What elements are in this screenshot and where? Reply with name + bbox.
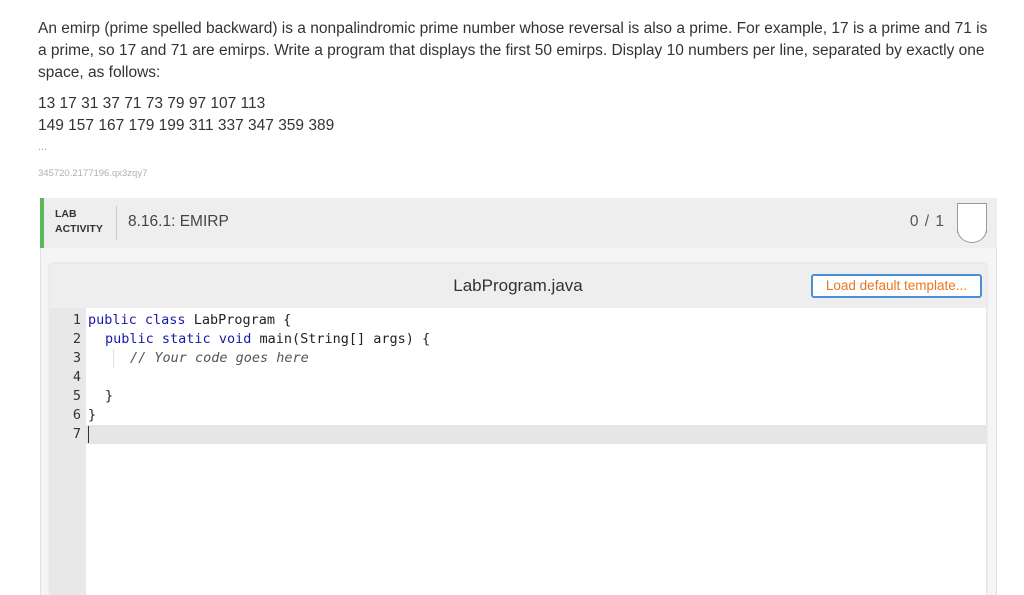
code-keyword: public xyxy=(105,331,154,347)
line-number: 1 xyxy=(72,312,81,328)
code-keyword: void xyxy=(218,331,252,347)
code-comment: // Your code goes here xyxy=(130,350,309,366)
code-text: main(String[] args) { xyxy=(251,331,431,347)
line-number: 5 xyxy=(72,388,81,404)
code-keyword: static xyxy=(161,331,211,347)
lab-tag-line-2: ACTIVITY xyxy=(55,223,103,235)
activity-id: 345720.2177196.qx3zqy7 xyxy=(38,168,148,179)
code-line: // Your code goes here xyxy=(130,349,1024,368)
line-number: 4 xyxy=(72,369,81,385)
line-number: 2 xyxy=(72,331,81,347)
code-keyword: public xyxy=(88,312,137,328)
lab-activity-tag: LAB ACTIVITY xyxy=(55,207,103,237)
line-number: 3 xyxy=(72,350,81,366)
score-badge-icon xyxy=(957,203,987,243)
header-divider xyxy=(116,206,117,240)
lab-score: 0 / 1 xyxy=(909,213,945,230)
code-line: public class LabProgram { xyxy=(88,311,988,330)
code-keyword: class xyxy=(144,312,186,328)
code-line: public static void main(String[] args) { xyxy=(105,330,1005,349)
code-text-area[interactable]: public class LabProgram { public static … xyxy=(86,308,986,595)
line-number: 6 xyxy=(72,407,81,423)
line-number: 7 xyxy=(72,426,81,442)
code-text: LabProgram { xyxy=(185,312,292,328)
lab-tag-line-1: LAB xyxy=(55,208,77,220)
load-default-template-button[interactable]: Load default template... xyxy=(810,274,982,298)
indent-guide xyxy=(113,349,114,368)
sample-output-line-1: 13 17 31 37 71 73 79 97 107 113 xyxy=(38,95,266,112)
editor-toolbar: LabProgram.java Load default template... xyxy=(50,264,986,308)
lab-title: 8.16.1: EMIRP xyxy=(128,213,229,230)
code-line: } xyxy=(88,407,97,423)
lab-activity-header: LAB ACTIVITY 8.16.1: EMIRP 0 / 1 xyxy=(40,198,997,248)
sample-output-line-2: 149 157 167 179 199 311 337 347 359 389 xyxy=(38,117,335,134)
code-editor: LabProgram.java Load default template...… xyxy=(50,264,986,595)
code-line: } xyxy=(105,388,114,404)
problem-description: An emirp (prime spelled backward) is a n… xyxy=(38,20,988,81)
sample-output-ellipsis: ... xyxy=(38,141,48,153)
text-cursor xyxy=(88,426,89,443)
active-line-highlight xyxy=(86,425,986,444)
line-number-gutter: 1 2 3 4 5 6 7 xyxy=(50,308,86,595)
